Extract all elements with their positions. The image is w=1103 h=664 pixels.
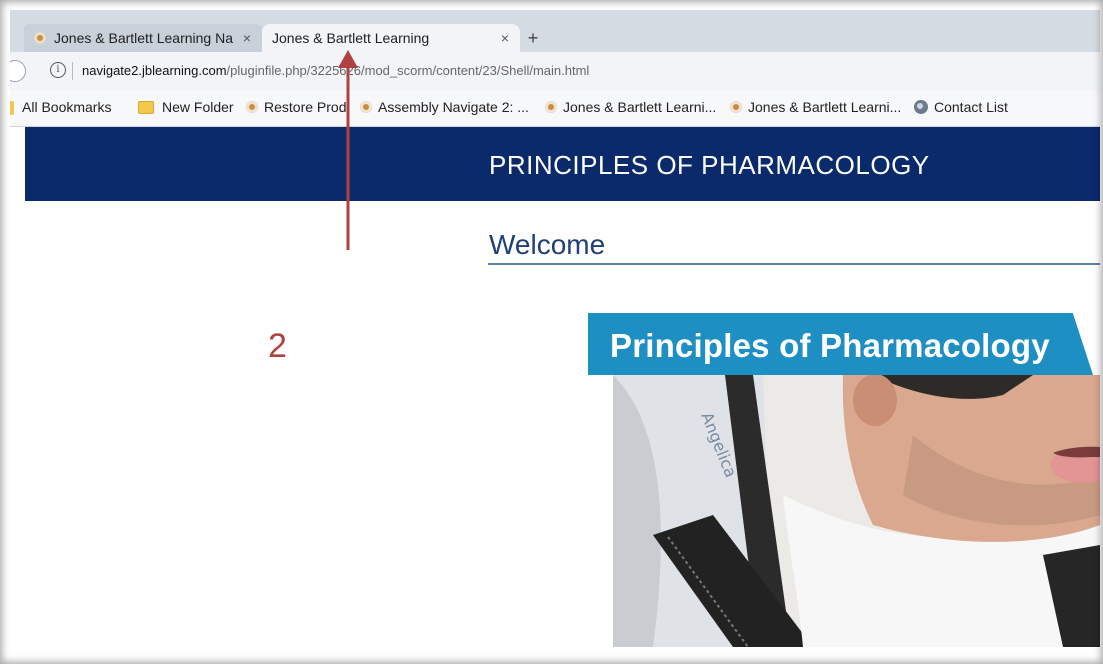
annotation-arrow-layer: [338, 50, 358, 250]
screenshot: Jones & Bartlett Learning Na × Jones & B…: [10, 10, 1100, 656]
annotation-arrow-head: [338, 50, 358, 68]
